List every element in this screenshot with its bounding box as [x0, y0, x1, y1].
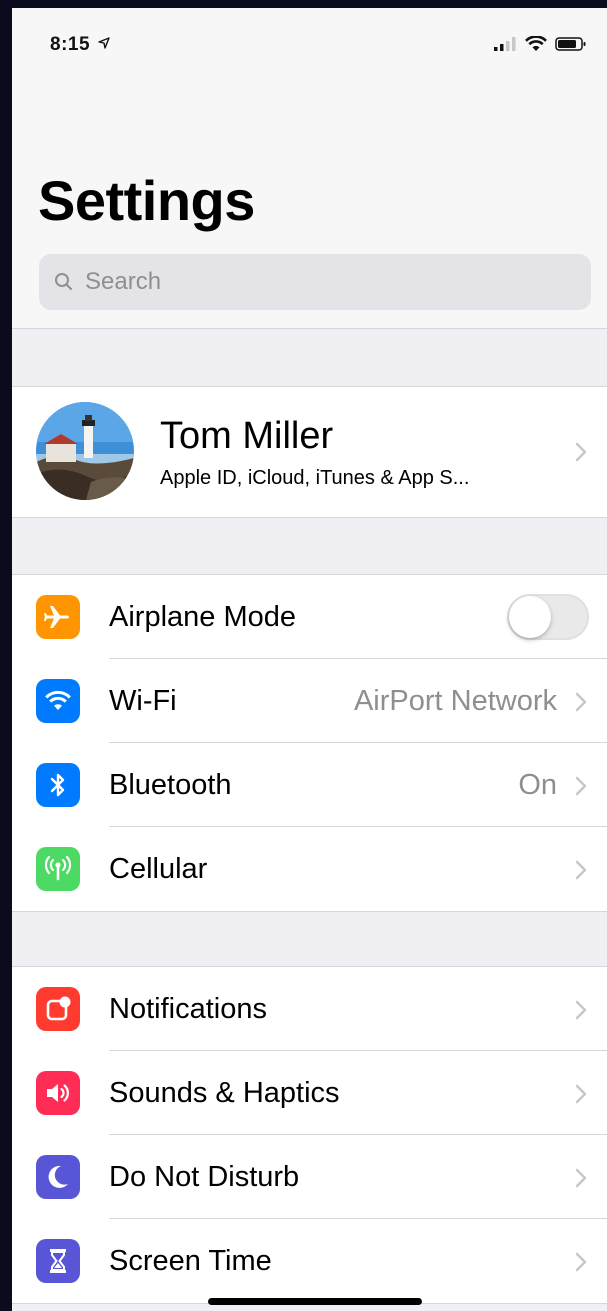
wifi-label: Wi-Fi: [109, 685, 177, 717]
chevron-right-icon: [575, 1000, 587, 1020]
search-icon: [55, 273, 72, 290]
notifications-tile: [36, 987, 80, 1031]
search-bar[interactable]: [39, 254, 591, 310]
search-input[interactable]: [83, 267, 567, 297]
airplane-mode-toggle[interactable]: [507, 594, 589, 640]
bluetooth-icon: [50, 773, 65, 797]
cellular-label: Cellular: [109, 853, 208, 885]
wifi-tile: [36, 679, 80, 723]
airplane-mode-label: Airplane Mode: [109, 601, 296, 633]
profile-name: Tom Miller: [160, 415, 334, 457]
cellular-signal-icon: [494, 37, 516, 51]
chevron-right-icon: [575, 860, 587, 880]
battery-icon: [555, 37, 586, 51]
avatar: [36, 402, 134, 500]
location-arrow-icon: [98, 37, 110, 49]
screen-time-tile: [36, 1239, 80, 1283]
do-not-disturb-row[interactable]: Do Not Disturb: [12, 1135, 607, 1219]
lighthouse-photo: [36, 402, 134, 500]
chevron-right-icon: [575, 776, 587, 796]
status-time: 8:15: [50, 34, 110, 56]
sounds-tile: [36, 1071, 80, 1115]
do-not-disturb-tile: [36, 1155, 80, 1199]
wifi-row[interactable]: Wi-Fi AirPort Network: [12, 659, 607, 743]
airplane-icon: [44, 606, 69, 628]
toggle-knob: [509, 596, 551, 638]
do-not-disturb-label: Do Not Disturb: [109, 1161, 300, 1193]
cellular-tile: [36, 847, 80, 891]
wifi-icon: [45, 690, 71, 710]
home-indicator[interactable]: [208, 1298, 422, 1305]
speaker-icon: [47, 1084, 69, 1102]
bluetooth-tile: [36, 763, 80, 807]
notifications-row[interactable]: Notifications: [12, 967, 607, 1051]
sounds-haptics-label: Sounds & Haptics: [109, 1077, 340, 1109]
settings-screen: 8:15 Settings Search Tom Miller Apple ID…: [12, 8, 607, 1311]
screen-time-row[interactable]: Screen Time: [12, 1219, 607, 1303]
airplane-tile: [36, 595, 80, 639]
screen-time-label: Screen Time: [109, 1245, 272, 1277]
cellular-antenna-icon: [44, 856, 72, 881]
chevron-right-icon: [575, 1168, 587, 1188]
bluetooth-row[interactable]: Bluetooth On: [12, 743, 607, 827]
sounds-haptics-row[interactable]: Sounds & Haptics: [12, 1051, 607, 1135]
chevron-right-icon: [575, 1084, 587, 1104]
bluetooth-status-value: On: [518, 769, 557, 801]
notifications-icon: [46, 996, 71, 1021]
profile-subtitle: Apple ID, iCloud, iTunes & App S...: [160, 467, 470, 489]
wifi-icon: [525, 36, 547, 51]
wifi-network-value: AirPort Network: [353, 685, 557, 717]
hourglass-icon: [50, 1249, 66, 1273]
cellular-row[interactable]: Cellular: [12, 827, 607, 911]
connectivity-group: Airplane Mode Wi-Fi AirPort Network Blue…: [12, 574, 607, 912]
bluetooth-label: Bluetooth: [109, 769, 232, 801]
apple-id-row[interactable]: Tom Miller Apple ID, iCloud, iTunes & Ap…: [12, 386, 607, 518]
notifications-group: Notifications Sounds & Haptics Do Not Di…: [12, 966, 607, 1304]
chevron-right-icon: [575, 692, 587, 712]
airplane-mode-row[interactable]: Airplane Mode: [12, 575, 607, 659]
chevron-right-icon: [575, 442, 587, 462]
status-bar: 8:15: [12, 8, 607, 84]
moon-icon: [48, 1165, 68, 1188]
status-indicators: [493, 36, 587, 52]
header: Settings: [12, 84, 607, 329]
page-title: Settings: [38, 169, 255, 232]
notifications-label: Notifications: [109, 993, 267, 1025]
chevron-right-icon: [575, 1252, 587, 1272]
